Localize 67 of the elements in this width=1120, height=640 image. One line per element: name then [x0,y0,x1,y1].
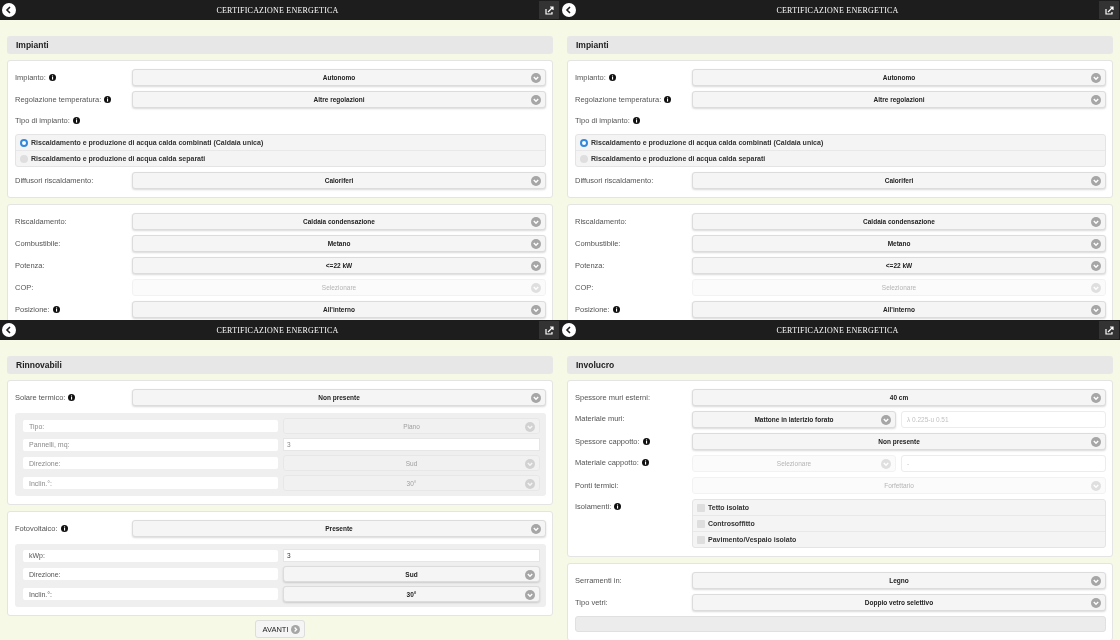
app-title: CERTIFICAZIONE ENERGETICA [776,5,899,15]
back-icon [5,326,13,334]
app-title: CERTIFICAZIONE ENERGETICA [216,325,339,335]
info-icon[interactable] [632,117,640,124]
info-icon[interactable] [68,394,76,401]
section-heading: Impianti [567,36,1113,54]
chevron-down-icon [531,305,541,315]
chevron-down-icon [1091,73,1101,83]
chevron-down-icon [531,393,541,403]
back-button[interactable] [2,323,16,337]
chevron-down-icon [881,459,891,469]
chevron-down-icon [531,239,541,249]
app-title: CERTIFICAZIONE ENERGETICA [216,5,339,15]
chevron-down-icon [525,479,535,489]
section-heading: Involucro [567,356,1113,374]
back-icon [5,6,13,14]
chevron-down-icon [1091,239,1101,249]
chevron-down-icon [1091,481,1101,491]
back-icon [565,326,573,334]
chevron-down-icon [531,217,541,227]
chevron-down-icon [1091,598,1101,608]
info-icon[interactable] [614,503,622,510]
info-icon[interactable] [664,96,672,103]
share-button[interactable] [1099,321,1119,339]
chevron-down-icon [525,422,535,432]
chevron-down-icon [531,261,541,271]
chevron-down-icon [531,524,541,534]
back-button[interactable] [562,323,576,337]
chevron-down-icon [531,73,541,83]
section-heading: Impianti [7,36,553,54]
chevron-down-icon [525,590,535,600]
info-icon[interactable] [72,117,80,124]
section-heading: Rinnovabili [7,356,553,374]
share-button[interactable] [539,321,559,339]
info-icon[interactable] [612,306,620,313]
arrow-right-icon [291,624,301,634]
chevron-down-icon [1091,305,1101,315]
chevron-down-icon [1091,176,1101,186]
info-icon[interactable] [48,74,56,81]
info-icon[interactable] [104,96,112,103]
share-button[interactable] [539,1,559,19]
chevron-down-icon [531,176,541,186]
back-button[interactable] [562,3,576,17]
share-button[interactable] [1099,1,1119,19]
back-icon [565,6,573,14]
back-button[interactable] [2,3,16,17]
share-icon [544,325,554,335]
chevron-down-icon [881,415,891,425]
chevron-down-icon [1091,437,1101,447]
chevron-down-icon [531,95,541,105]
share-icon [1104,325,1114,335]
info-icon[interactable] [608,74,616,81]
info-icon[interactable] [60,525,68,532]
share-icon [1104,5,1114,15]
chevron-down-icon [1091,217,1101,227]
chevron-down-icon [531,283,541,293]
chevron-down-icon [525,459,535,469]
info-icon[interactable] [52,306,60,313]
chevron-down-icon [525,570,535,580]
app-title: CERTIFICAZIONE ENERGETICA [776,325,899,335]
chevron-down-icon [1091,283,1101,293]
info-icon[interactable] [642,438,650,445]
chevron-down-icon [1091,576,1101,586]
chevron-down-icon [1091,393,1101,403]
share-icon [544,5,554,15]
chevron-down-icon [1091,261,1101,271]
chevron-down-icon [1091,95,1101,105]
